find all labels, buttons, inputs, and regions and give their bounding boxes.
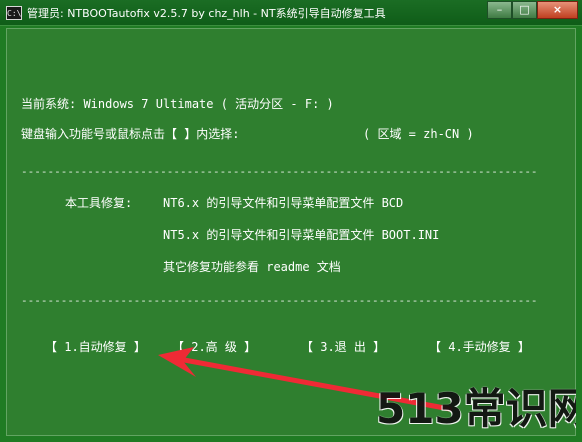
nt5-repair-text: NT5.x 的引导文件和引导菜单配置文件 BOOT.INI (163, 228, 440, 242)
site-watermark: 513常识网 (376, 384, 576, 433)
nt6-repair-text: NT6.x 的引导文件和引导菜单配置文件 BCD (163, 196, 404, 210)
command-prompt-icon: C:\ (6, 6, 22, 20)
input-prompt-text: 键盘输入功能号或鼠标点击【 】内选择: (21, 127, 240, 141)
window-controls: – □ × (487, 0, 578, 20)
repair-label: 本工具修复: (65, 196, 133, 210)
window-title: 管理员: NTBOOTautofix v2.5.7 by chz_hlh - N… (27, 7, 386, 20)
minimize-button[interactable]: – (487, 1, 512, 19)
title-bar[interactable]: C:\ 管理员: NTBOOTautofix v2.5.7 by chz_hlh… (0, 0, 582, 26)
top-divider: ----------------------------------------… (21, 165, 538, 178)
region-text: ( 区域 = zh-CN ) (363, 127, 474, 141)
bottom-divider: ----------------------------------------… (21, 294, 538, 307)
console-window: C:\ 管理员: NTBOOTautofix v2.5.7 by chz_hlh… (0, 0, 582, 442)
auto-repair-button[interactable]: 【 1.自动修复 】 (45, 338, 165, 356)
exit-button[interactable]: 【 3.退 出 】 (301, 338, 417, 356)
maximize-button[interactable]: □ (512, 1, 537, 19)
other-repairs-text: 其它修复功能参看 readme 文档 (163, 260, 341, 274)
manual-repair-button[interactable]: 【 4.手动修复 】 (429, 338, 549, 356)
current-system-text: 当前系统: Windows 7 Ultimate ( 活动分区 - F: ) (21, 97, 334, 111)
close-button[interactable]: × (537, 1, 578, 19)
advanced-button[interactable]: 【 2.高 级 】 (172, 338, 288, 356)
